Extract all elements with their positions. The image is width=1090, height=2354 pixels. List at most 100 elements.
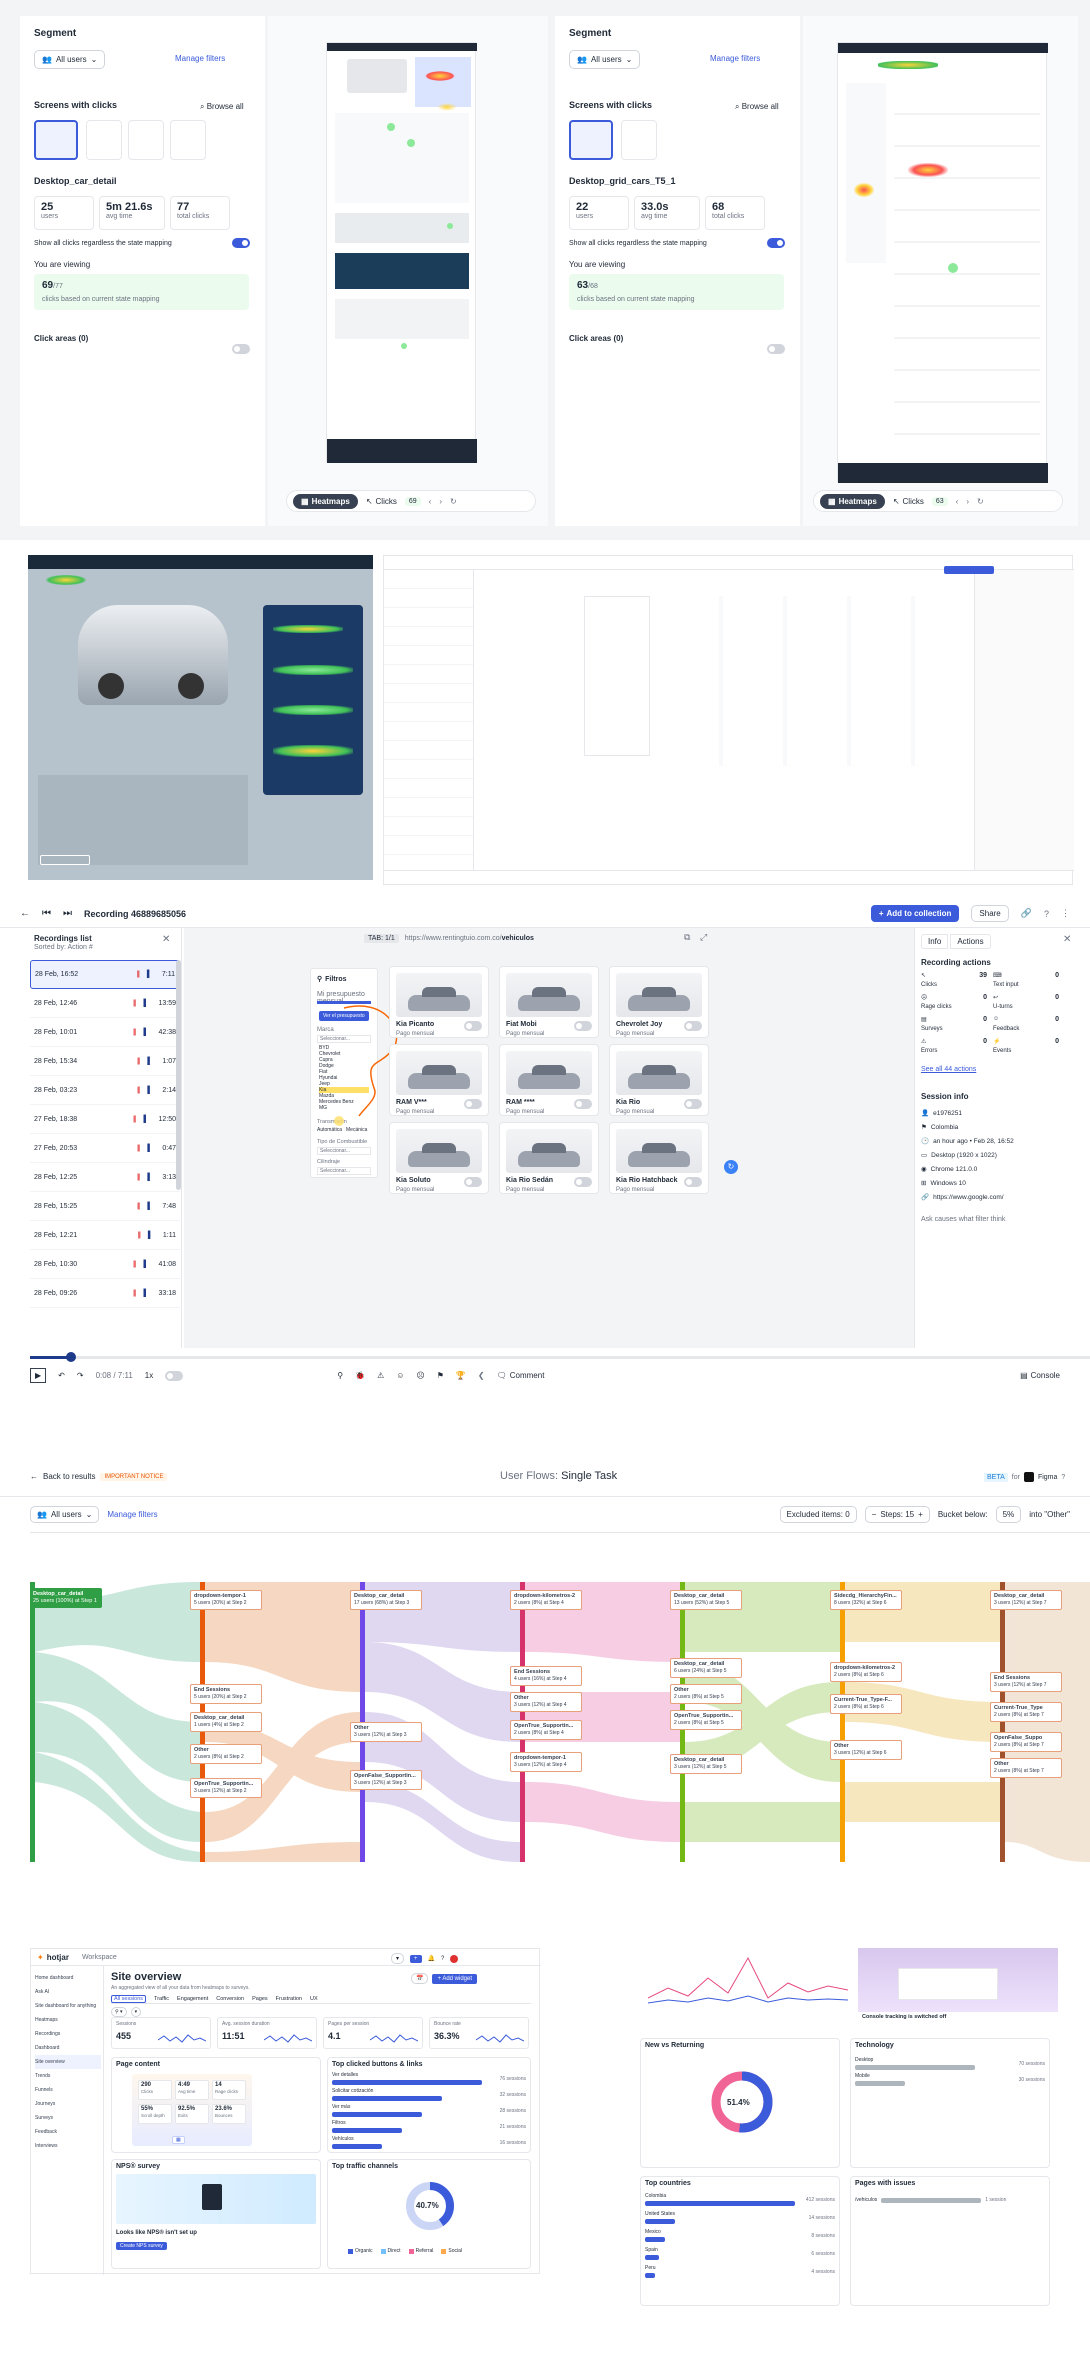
compare-toggle[interactable]: [684, 1021, 702, 1031]
manage-filters-link[interactable]: Manage filters: [710, 54, 760, 63]
flow-node[interactable]: OpenFalse_Suppo 2 users (8%) at Step 7: [990, 1732, 1062, 1752]
flow-node[interactable]: OpenTrue_Supportin... 2 users (8%) at Ste…: [670, 1710, 742, 1730]
manage-filters-link[interactable]: Manage filters: [175, 54, 225, 63]
nav-item[interactable]: Ask AI: [35, 1985, 101, 1999]
nav-item[interactable]: Trends: [35, 2069, 101, 2083]
action-stat[interactable]: ☹ 0 Rage clicks: [921, 994, 989, 1014]
tab-info[interactable]: Info: [921, 934, 949, 949]
click-areas-toggle[interactable]: [767, 344, 785, 354]
bucket-select[interactable]: 5%: [995, 1506, 1022, 1523]
screen-thumb-selected[interactable]: [34, 120, 78, 160]
manage-filters-link[interactable]: Manage filters: [107, 1510, 157, 1519]
forward-icon[interactable]: ↷: [77, 1371, 84, 1380]
body-select[interactable]: Seleccionar...: [317, 1167, 371, 1175]
filter-chip[interactable]: ▾: [130, 2007, 142, 2017]
car-card[interactable]: Chevrolet Joy Pago mensual: [609, 966, 709, 1038]
recording-row[interactable]: 27 Feb, 18:38 ||| ▌ 12:50: [30, 1105, 180, 1134]
heatmaps-tab[interactable]: ▦ Heatmaps: [820, 493, 885, 509]
share-button[interactable]: Share: [971, 905, 1009, 922]
workspace-select[interactable]: Workspace: [82, 1954, 117, 1961]
rewind-icon[interactable]: ↶: [58, 1371, 65, 1380]
skip-back-icon[interactable]: ⏮: [42, 908, 51, 919]
clicks-tab[interactable]: ↖ Clicks: [366, 497, 397, 506]
more-icon[interactable]: ⋮: [1061, 908, 1070, 919]
play-icon[interactable]: ▶: [30, 1368, 47, 1383]
recording-row[interactable]: 28 Feb, 12:46 ||| ▌ 13:59: [30, 989, 180, 1018]
action-stat[interactable]: ↖ 39 Clicks: [921, 972, 989, 992]
dashboard-tab[interactable]: Engagement: [177, 1996, 208, 2002]
action-stat[interactable]: ⌨ 0 Text input: [993, 972, 1061, 992]
list-scrollbar[interactable]: [176, 960, 181, 1190]
flow-node[interactable]: Other 3 users (12%) at Step 4: [510, 1692, 582, 1712]
car-card[interactable]: RAM **** Pago mensual: [499, 1044, 599, 1116]
nav-item[interactable]: Feedback: [35, 2125, 101, 2139]
flow-node[interactable]: OpenTrue_Supportin... 3 users (12%) at St…: [190, 1778, 262, 1798]
flow-node[interactable]: Desktop_car_detail 1 users (4%) at Step 2: [190, 1712, 262, 1732]
browse-all-link[interactable]: ⌕ Browse all: [735, 102, 779, 112]
action-stat[interactable]: ▤ 0 Surveys: [921, 1016, 989, 1036]
add-to-collection-button[interactable]: + Add to collection: [870, 905, 960, 922]
flow-node[interactable]: Desktop_car_detail 3 users (12%) at Step …: [990, 1590, 1062, 1610]
segment-dropdown[interactable]: 👥 All users ⌄: [34, 50, 106, 69]
flow-node[interactable]: Current-True_Type-F... 2 users (8%) at St…: [830, 1694, 902, 1714]
comment-button[interactable]: 🗨 Comment: [497, 1371, 545, 1380]
help-icon[interactable]: ?: [1044, 909, 1049, 919]
add-widget-button[interactable]: + Add widget: [432, 1973, 478, 1984]
chat-icon[interactable]: ↻: [724, 1160, 738, 1174]
recording-row[interactable]: 28 Feb, 15:34 ||| ▌ 1:07: [30, 1047, 180, 1076]
cta-button[interactable]: +: [410, 1954, 422, 1963]
link-icon[interactable]: 🔗: [1021, 908, 1032, 919]
action-stat[interactable]: ↩ 0 U-turns: [993, 994, 1061, 1014]
nav-item[interactable]: Funnels: [35, 2083, 101, 2097]
flow-node[interactable]: End Sessions 3 users (12%) at Step 7: [990, 1672, 1062, 1692]
create-nps-button[interactable]: Create NPS survey: [116, 2242, 167, 2250]
dashboard-tab[interactable]: Pages: [252, 1996, 268, 2002]
recording-row[interactable]: 28 Feb, 09:26 ||| ▌ 33:18: [30, 1279, 180, 1308]
compare-toggle[interactable]: [574, 1021, 592, 1031]
screen-thumb[interactable]: [86, 120, 122, 160]
country-row[interactable]: United States 14 sessions: [645, 2211, 835, 2229]
car-card[interactable]: Kia Soluto Pago mensual: [389, 1122, 489, 1194]
top-clicked-row[interactable]: Ver detalles 76 sessions: [332, 2072, 526, 2088]
close-icon[interactable]: ✕: [1063, 934, 1071, 945]
flow-node[interactable]: dropdown-kilometros-2 2 users (8%) at Ste…: [510, 1590, 582, 1610]
flow-node[interactable]: dropdown-tempor-1 3 users (12%) at Step 4: [510, 1752, 582, 1772]
nav-item[interactable]: Home dashboard: [35, 1971, 101, 1985]
segment-dropdown[interactable]: 👥 All users ⌄: [30, 1506, 100, 1523]
flow-node[interactable]: Desktop_car_detail 3 users (12%) at Step …: [670, 1754, 742, 1774]
compare-toggle[interactable]: [684, 1177, 702, 1187]
screen-thumb[interactable]: [128, 120, 164, 160]
click-areas-toggle[interactable]: [232, 344, 250, 354]
car-card[interactable]: Kia Picanto Pago mensual: [389, 966, 489, 1038]
compare-toggle[interactable]: [464, 1177, 482, 1187]
recording-row[interactable]: 28 Feb, 15:25 ||| ▌ 7:48: [30, 1192, 180, 1221]
dashboard-tab[interactable]: Frustration: [276, 1996, 302, 2002]
date-range[interactable]: 📅: [411, 1973, 429, 1984]
nav-item[interactable]: Heatmaps: [35, 2013, 101, 2027]
fuel-select[interactable]: Seleccionar...: [317, 1147, 371, 1155]
action-stat[interactable]: ⚠ 0 Errors: [921, 1038, 989, 1058]
compare-toggle[interactable]: [574, 1099, 592, 1109]
tech-row[interactable]: Desktop 70 sessions: [855, 2057, 1045, 2073]
refresh-icon[interactable]: ↻: [450, 497, 457, 506]
flow-node[interactable]: OpenFalse_Supportin... 3 users (12%) at S…: [350, 1770, 422, 1790]
recording-row[interactable]: 28 Feb, 12:21 ||| ▌ 1:11: [30, 1221, 180, 1250]
top-clicked-row[interactable]: Vehículos 16 sessions: [332, 2136, 526, 2152]
excluded-items[interactable]: Excluded items: 0: [779, 1506, 857, 1523]
copy-icon[interactable]: ⧉: [684, 932, 690, 943]
nav-item[interactable]: Surveys: [35, 2111, 101, 2125]
flow-node[interactable]: Sidecdg_HierarchyFin... 8 users (32%) at …: [830, 1590, 902, 1610]
car-card[interactable]: RAM V*** Pago mensual: [389, 1044, 489, 1116]
browse-all-link[interactable]: ⌕ Browse all: [200, 102, 244, 112]
prev-icon[interactable]: ‹: [429, 497, 432, 506]
show-all-clicks-toggle[interactable]: [767, 238, 785, 248]
screen-thumb[interactable]: [170, 120, 206, 160]
prev-icon[interactable]: ‹: [956, 497, 959, 506]
show-all-clicks-toggle[interactable]: [232, 238, 250, 248]
recording-row[interactable]: 28 Feb, 16:52 ||| ▌ 7:11: [30, 960, 180, 989]
console-button[interactable]: ▤ Console: [1020, 1371, 1060, 1380]
refresh-icon[interactable]: ↻: [977, 497, 984, 506]
ask-ai[interactable]: Ask causes what filter think: [921, 1216, 1005, 1223]
compare-toggle[interactable]: [464, 1021, 482, 1031]
skip-toggle[interactable]: [165, 1370, 184, 1381]
